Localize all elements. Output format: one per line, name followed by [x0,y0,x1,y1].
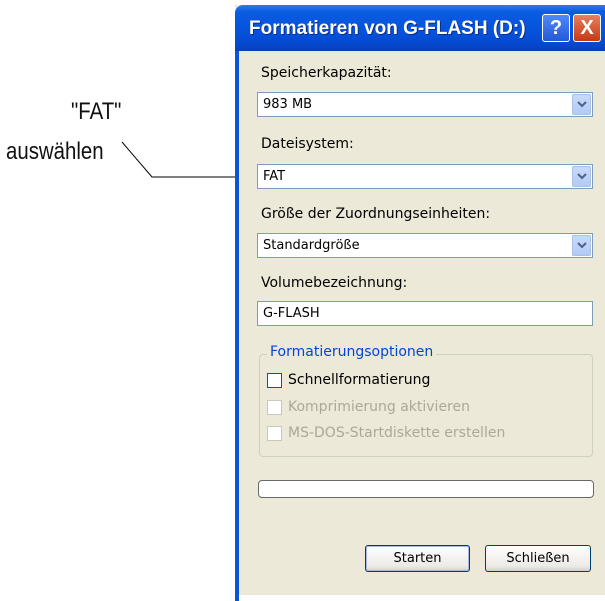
allocation-value: Standardgröße [263,238,360,253]
capacity-label: Speicherkapazität: [261,65,392,81]
msdos-startup-option: MS-DOS-Startdiskette erstellen [267,424,505,442]
chevron-down-icon[interactable] [572,94,591,115]
filesystem-value: FAT [263,169,286,184]
help-button[interactable]: ? [542,14,570,42]
msdos-startup-checkbox [267,425,282,441]
quick-format-label: Schnellformatierung [288,372,431,388]
filesystem-select[interactable]: FAT [257,164,593,189]
annotation-text-fat: "FAT" [71,98,122,125]
capacity-value: 983 MB [263,97,313,112]
quick-format-checkbox[interactable] [267,372,282,388]
title-bar[interactable]: Formatieren von G-FLASH (D:) ? X [235,5,605,51]
window-border [235,51,239,601]
annotation-pointer-line [121,141,248,178]
compression-label: Komprimierung aktivieren [288,399,470,415]
close-button[interactable]: Schließen [485,545,591,572]
volume-name-value: G-FLASH [263,306,320,321]
msdos-startup-label: MS-DOS-Startdiskette erstellen [288,425,506,441]
compression-option: Komprimierung aktivieren [267,398,470,416]
close-window-button[interactable]: X [573,14,601,42]
filesystem-label: Dateisystem: [261,136,354,152]
compression-checkbox [267,399,282,415]
allocation-label: Größe der Zuordnungseinheiten: [261,206,491,222]
capacity-select[interactable]: 983 MB [257,92,593,117]
start-button[interactable]: Starten [365,545,470,572]
window-title: Formatieren von G-FLASH (D:) [249,18,526,39]
allocation-select[interactable]: Standardgröße [257,233,593,258]
format-progress-bar [258,480,594,498]
format-dialog: Formatieren von G-FLASH (D:) ? X Speiche… [235,5,605,601]
quick-format-option[interactable]: Schnellformatierung [267,371,430,389]
format-options-title: Formatierungsoptionen [267,344,437,360]
chevron-down-icon[interactable] [572,166,591,187]
volume-name-input[interactable]: G-FLASH [257,301,593,326]
chevron-down-icon[interactable] [572,235,591,256]
annotation-text-select: auswählen [6,138,104,165]
volume-label: Volumebezeichnung: [261,275,408,291]
